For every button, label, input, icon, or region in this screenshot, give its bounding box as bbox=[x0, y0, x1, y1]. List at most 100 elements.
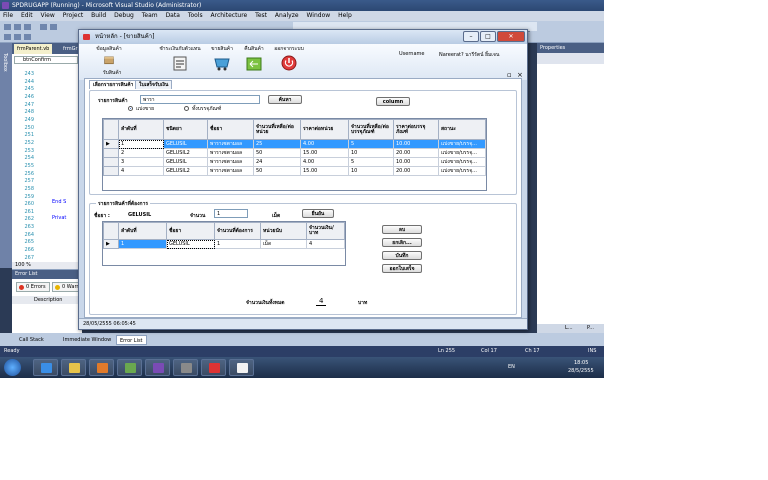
confirm-button[interactable]: ยืนยัน bbox=[302, 209, 334, 218]
cell-status[interactable]: แบ่งขาย/บรรจุ... bbox=[438, 166, 486, 176]
col-header-order-drug[interactable]: ชื่อยา bbox=[166, 222, 215, 240]
cell-type[interactable]: GELUSIL bbox=[163, 139, 208, 149]
redo-icon[interactable] bbox=[50, 24, 57, 30]
menu-edit[interactable]: Edit bbox=[18, 11, 36, 21]
quantity-input[interactable]: 1 bbox=[214, 209, 248, 218]
tab-select-products[interactable]: เลือกรายการสินค้า bbox=[89, 80, 138, 89]
col-header-price-unit[interactable]: ราคาต่อหน่วย bbox=[300, 119, 349, 140]
cell-price-unit[interactable]: 4.00 bbox=[300, 157, 349, 167]
menu-window[interactable]: Window bbox=[304, 11, 334, 21]
cell-type[interactable]: GELUSIL2 bbox=[163, 148, 208, 158]
row-selector-icon[interactable]: ▶ bbox=[103, 239, 119, 249]
menu-team[interactable]: Team bbox=[139, 11, 161, 21]
col-header-stock-pack[interactable]: จำนวนที่เหลือ/ต่อบรรจุภัณฑ์ bbox=[348, 119, 394, 140]
cell-price-pack[interactable]: 10.00 bbox=[393, 139, 439, 149]
tray-language[interactable]: EN bbox=[508, 364, 515, 370]
stop-icon[interactable] bbox=[24, 34, 31, 40]
table-row[interactable]: 3 GELUSIL พาราเซตามอล 24 4.00 5 10.00 แบ… bbox=[103, 157, 486, 167]
cell-stock-pack[interactable]: 5 bbox=[348, 157, 394, 167]
play-icon[interactable] bbox=[4, 34, 11, 40]
row-selector[interactable] bbox=[103, 166, 119, 176]
cell-price-unit[interactable]: 4.00 bbox=[300, 139, 349, 149]
menu-help[interactable]: Help bbox=[335, 11, 355, 21]
save-button[interactable]: บันทึก bbox=[382, 251, 422, 260]
ribbon-sell-goods[interactable]: ขายสินค้า bbox=[207, 46, 237, 78]
undo-icon[interactable] bbox=[40, 24, 47, 30]
cell-stock-unit[interactable]: 24 bbox=[253, 157, 301, 167]
cell-type[interactable]: GELUSIL bbox=[163, 157, 208, 167]
cell-stock-unit[interactable]: 50 bbox=[253, 166, 301, 176]
product-grid[interactable]: ลำดับที่ ชนิดยา ชื่อยา จำนวนที่เหลือ/ต่อ… bbox=[102, 118, 487, 191]
radio-box[interactable] bbox=[184, 106, 189, 111]
cell-name[interactable]: พาราเซตามอล bbox=[207, 166, 254, 176]
menu-build[interactable]: Build bbox=[88, 11, 109, 21]
pause-icon[interactable] bbox=[14, 34, 21, 40]
ribbon-return-goods[interactable]: คืนสินค้า bbox=[239, 46, 269, 78]
tab-frmparent[interactable]: frmParent.vb bbox=[14, 44, 53, 54]
cell-order-drug[interactable]: GELUSIL bbox=[166, 239, 215, 249]
menu-tools[interactable]: Tools bbox=[185, 11, 206, 21]
tray-date[interactable]: 28/5/2555 bbox=[568, 368, 594, 374]
minimize-button[interactable]: – bbox=[463, 31, 479, 42]
col-header-no[interactable]: ลำดับที่ bbox=[118, 119, 164, 140]
cancel-button[interactable]: ยกเลิก... bbox=[382, 238, 422, 247]
open-file-icon[interactable] bbox=[14, 24, 21, 30]
cell-price-pack[interactable]: 20.00 bbox=[393, 166, 439, 176]
menu-analyze[interactable]: Analyze bbox=[272, 11, 302, 21]
col-header-order-no[interactable]: ลำดับที่ bbox=[118, 222, 167, 240]
menu-debug[interactable]: Debug bbox=[111, 11, 137, 21]
row-selector-icon[interactable]: ▶ bbox=[103, 139, 119, 149]
tab-immediate-window[interactable]: Immediate Window bbox=[60, 335, 114, 345]
col-header-order-unit[interactable]: หน่วยนับ bbox=[260, 222, 307, 240]
code-editor[interactable]: btnConfirm 243 244 245 246 247 248 249 2… bbox=[12, 54, 82, 262]
col-header-order-amount[interactable]: จำนวนเงิน/บาท bbox=[306, 222, 345, 240]
cell-order-qty[interactable]: 1 bbox=[214, 239, 261, 249]
cell-order-no[interactable]: 1 bbox=[118, 239, 167, 249]
cell-order-amount[interactable]: 4 bbox=[306, 239, 345, 249]
cell-name[interactable]: พาราเซตามอล bbox=[207, 148, 254, 158]
cell-no[interactable]: 4 bbox=[118, 166, 164, 176]
cell-price-unit[interactable]: 15.00 bbox=[300, 166, 349, 176]
taskbar-people-icon[interactable] bbox=[117, 359, 142, 376]
taskbar-explorer-icon[interactable] bbox=[61, 359, 86, 376]
menu-data[interactable]: Data bbox=[163, 11, 183, 21]
delete-button[interactable]: ลบ bbox=[382, 225, 422, 234]
toolbox-strip[interactable]: Toolbox bbox=[0, 43, 12, 268]
search-button[interactable]: ค้นหา bbox=[268, 95, 302, 104]
row-selector[interactable] bbox=[103, 148, 119, 158]
taskbar-app-icon[interactable] bbox=[201, 359, 226, 376]
start-button[interactable] bbox=[4, 359, 21, 376]
cell-no[interactable]: 2 bbox=[118, 148, 164, 158]
ribbon-product-info[interactable]: ข้อมูลสินค้า รับสินค้า bbox=[89, 46, 129, 78]
ribbon-logout[interactable]: ออกจากระบบ bbox=[271, 46, 307, 78]
table-row[interactable]: ▶ 1 GELUSIL 1 เม็ด 4 bbox=[103, 239, 345, 249]
tab-error-list[interactable]: Error List bbox=[116, 335, 147, 345]
new-file-icon[interactable] bbox=[4, 24, 11, 30]
tab-call-stack[interactable]: Call Stack bbox=[16, 335, 47, 345]
menu-architecture[interactable]: Architecture bbox=[208, 11, 251, 21]
col-header-stock-unit[interactable]: จำนวนที่เหลือ/ต่อหน่วย bbox=[253, 119, 301, 140]
menu-view[interactable]: View bbox=[38, 11, 58, 21]
cell-type[interactable]: GELUSIL2 bbox=[163, 166, 208, 176]
cell-price-unit[interactable]: 15.00 bbox=[300, 148, 349, 158]
taskbar-vs-icon[interactable] bbox=[145, 359, 170, 376]
cell-stock-pack[interactable]: 10 bbox=[348, 166, 394, 176]
taskbar-ie-icon[interactable] bbox=[33, 359, 58, 376]
cell-price-pack[interactable]: 20.00 bbox=[393, 148, 439, 158]
menu-test[interactable]: Test bbox=[252, 11, 270, 21]
tab-receipt[interactable]: ใบเสร็จรับเงิน bbox=[135, 80, 173, 89]
ribbon-receive-goods-label[interactable]: รับสินค้า bbox=[103, 70, 121, 77]
col-header-order-qty[interactable]: จำนวนที่ต้องการ bbox=[214, 222, 261, 240]
taskbar-paint-icon[interactable] bbox=[229, 359, 254, 376]
maximize-button[interactable]: □ bbox=[480, 31, 496, 42]
cell-status[interactable]: แบ่งขาย/บรรจุ... bbox=[438, 157, 486, 167]
col-header-name[interactable]: ชื่อยา bbox=[207, 119, 254, 140]
cell-status[interactable]: แบ่งขาย/บรรจุ... bbox=[438, 148, 486, 158]
cell-name[interactable]: พาราเซตามอล bbox=[207, 157, 254, 167]
cell-no[interactable]: 1 bbox=[118, 139, 164, 149]
zoom-level[interactable]: 100 % bbox=[12, 262, 82, 269]
table-row[interactable]: ▶ 1 GELUSIL พาราเซตามอล 25 4.00 5 10.00 … bbox=[103, 139, 486, 149]
cell-price-pack[interactable]: 10.00 bbox=[393, 157, 439, 167]
cell-order-unit[interactable]: เม็ด bbox=[260, 239, 307, 249]
col-header-price-pack[interactable]: ราคาต่อบรรจุภัณฑ์ bbox=[393, 119, 439, 140]
